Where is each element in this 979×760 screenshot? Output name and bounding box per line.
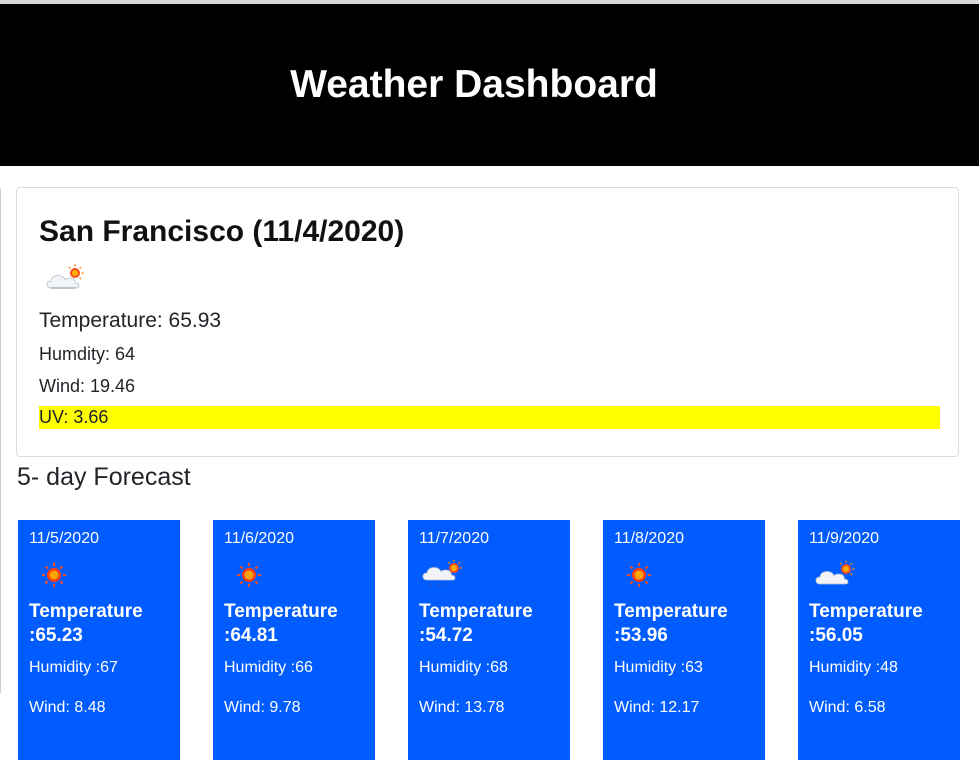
sun-icon <box>42 563 66 587</box>
forecast-card: 11/5/2020 Temperature :65.23 Humidity :6… <box>18 520 180 760</box>
forecast-humidity: Humidity :68 <box>419 659 508 676</box>
forecast-date: 11/6/2020 <box>224 530 294 547</box>
forecast-temperature-value: :56.05 <box>809 625 863 646</box>
forecast-date: 11/8/2020 <box>614 530 684 547</box>
forecast-temperature-value: :53.96 <box>614 625 668 646</box>
forecast-date: 11/9/2020 <box>809 530 879 547</box>
forecast-title: 5- day Forecast <box>17 463 191 491</box>
forecast-temperature: Temperature :64.81 <box>224 600 372 648</box>
current-temperature: Temperature: 65.93 <box>39 309 222 332</box>
forecast-card: 11/9/2020 Temperature :56.05 Humidity :4… <box>798 520 960 760</box>
current-weather-card: San Francisco (11/4/2020) Temperature: 6… <box>16 187 959 457</box>
forecast-wind: Wind: 8.48 <box>29 699 106 716</box>
forecast-temperature: Temperature :56.05 <box>809 600 957 648</box>
forecast-card: 11/8/2020 Temperature :53.96 Humidity :6… <box>603 520 765 760</box>
forecast-humidity: Humidity :48 <box>809 659 898 676</box>
forecast-temperature-label: Temperature <box>614 601 728 622</box>
forecast-temperature: Temperature :65.23 <box>29 600 177 648</box>
sun-icon <box>237 563 261 587</box>
forecast-temperature: Temperature :53.96 <box>614 600 762 648</box>
forecast-date: 11/7/2020 <box>419 530 489 547</box>
forecast-temperature-value: :54.72 <box>419 625 473 646</box>
forecast-temperature-label: Temperature <box>419 601 533 622</box>
forecast-temperature-value: :64.81 <box>224 625 278 646</box>
forecast-temperature-label: Temperature <box>29 601 143 622</box>
rain-cloud-sun-icon <box>422 560 462 588</box>
left-divider <box>0 188 1 693</box>
forecast-temperature: Temperature :54.72 <box>419 600 567 648</box>
forecast-wind: Wind: 13.78 <box>419 699 505 716</box>
forecast-wind: Wind: 9.78 <box>224 699 301 716</box>
forecast-card: 11/7/2020 Temperature :54.72 Humidity :6… <box>408 520 570 760</box>
forecast-temperature-value: :65.23 <box>29 625 83 646</box>
current-wind: Wind: 19.46 <box>39 376 136 396</box>
cloud-sun-icon <box>815 560 855 585</box>
forecast-card: 11/6/2020 Temperature :64.81 Humidity :6… <box>213 520 375 760</box>
forecast-humidity: Humidity :66 <box>224 659 313 676</box>
page-title: Weather Dashboard <box>290 63 658 106</box>
page-header: Weather Dashboard <box>0 4 979 166</box>
cloud-sun-icon <box>46 264 84 289</box>
current-humidity: Humdity: 64 <box>39 344 136 364</box>
forecast-temperature-label: Temperature <box>809 601 923 622</box>
forecast-wind: Wind: 6.58 <box>809 699 886 716</box>
uv-index-badge: UV: 3.66 <box>39 406 940 429</box>
city-date-title: San Francisco (11/4/2020) <box>39 215 405 248</box>
forecast-wind: Wind: 12.17 <box>614 699 700 716</box>
sun-icon <box>627 563 651 587</box>
forecast-temperature-label: Temperature <box>224 601 338 622</box>
forecast-humidity: Humidity :63 <box>614 659 703 676</box>
forecast-date: 11/5/2020 <box>29 530 99 547</box>
forecast-humidity: Humidity :67 <box>29 659 118 676</box>
